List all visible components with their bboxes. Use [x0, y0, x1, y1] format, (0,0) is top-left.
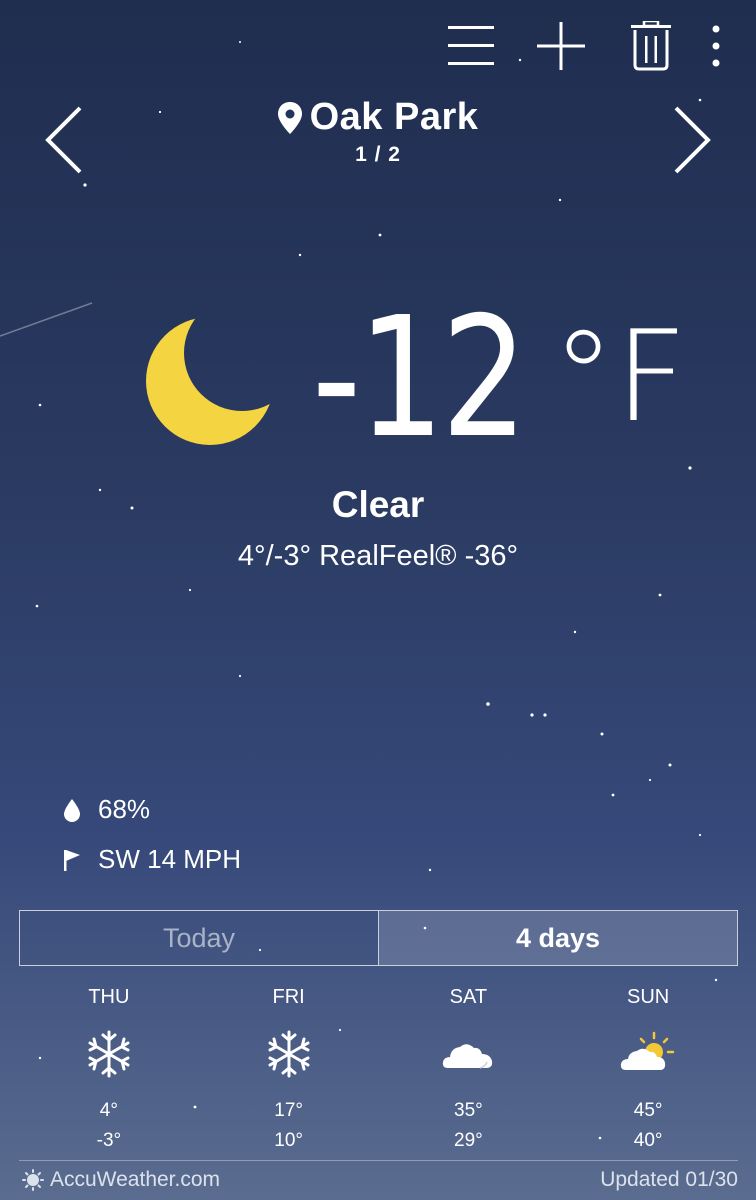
location-name: Oak Park [309, 96, 479, 138]
day-name: THU [88, 986, 130, 1008]
trash-icon [631, 21, 671, 71]
plus-icon [537, 22, 585, 70]
low-temp: 40° [633, 1130, 663, 1151]
high-temp: 4° [99, 1100, 118, 1121]
forecast-day-sat[interactable]: SAT 35° 29° [379, 986, 559, 1152]
more-vertical-icon [712, 25, 720, 67]
forecast-tabs: Today 4 days [19, 910, 738, 966]
humidity-row: 68% [62, 794, 150, 825]
add-location-button[interactable] [516, 14, 606, 78]
location-pin-icon [277, 101, 302, 134]
wind-row: SW 14 MPH [62, 844, 241, 875]
day-name: FRI [272, 986, 305, 1008]
updated-timestamp: Updated 01/30 [600, 1168, 738, 1191]
snowflake-icon [268, 1030, 310, 1078]
accuweather-link[interactable]: AccuWeather.com [22, 1168, 220, 1192]
low-temp: -3° [96, 1130, 122, 1151]
temperature-value: -12 [312, 282, 528, 475]
delete-location-button[interactable] [606, 14, 696, 78]
footer-divider [19, 1160, 738, 1161]
humidity-value: 68% [98, 794, 151, 824]
temperature-range-realfeel: 4°/-3° RealFeel® -36° [237, 540, 519, 572]
forecast-day-thu[interactable]: THU 4° -3° [19, 986, 199, 1152]
wind-value: SW 14 MPH [98, 844, 242, 874]
moon-icon [146, 317, 274, 445]
cloud-icon [443, 1044, 493, 1069]
low-temp: 10° [274, 1130, 303, 1151]
top-toolbar [426, 14, 736, 78]
menu-button[interactable] [426, 14, 516, 78]
current-temperature: -12 °F [312, 282, 687, 475]
high-temp: 35° [454, 1100, 483, 1121]
location-title[interactable]: Oak Park [277, 96, 479, 139]
location-header: Oak Park 1 / 2 [0, 96, 756, 167]
tab-4-days[interactable]: 4 days [379, 911, 737, 965]
high-temp: 45° [633, 1100, 663, 1121]
snowflake-icon [88, 1030, 130, 1078]
low-temp: 29° [454, 1130, 483, 1151]
partly-sunny-icon [620, 1031, 675, 1070]
tab-today[interactable]: Today [20, 911, 379, 965]
flag-icon [64, 849, 80, 871]
footer: AccuWeather.com Updated 01/30 [22, 1168, 738, 1192]
high-temp: 17° [274, 1100, 303, 1121]
forecast-day-sun[interactable]: SUN 45° 40° [558, 986, 738, 1152]
droplet-icon [64, 798, 80, 822]
temperature-unit: °F [552, 303, 688, 450]
menu-icon [448, 26, 494, 65]
more-options-button[interactable] [696, 14, 736, 78]
location-page-indicator: 1 / 2 [355, 143, 401, 166]
accuweather-sun-icon [22, 1169, 44, 1191]
daily-forecast: THU 4° -3° FRI 17° 10° SAT 35° 29° SUN 4… [19, 986, 738, 1152]
weather-condition: Clear [331, 484, 425, 525]
brand-label: AccuWeather.com [50, 1168, 221, 1191]
day-name: SAT [449, 986, 488, 1008]
day-name: SUN [627, 986, 670, 1008]
forecast-day-fri[interactable]: FRI 17° 10° [199, 986, 379, 1152]
